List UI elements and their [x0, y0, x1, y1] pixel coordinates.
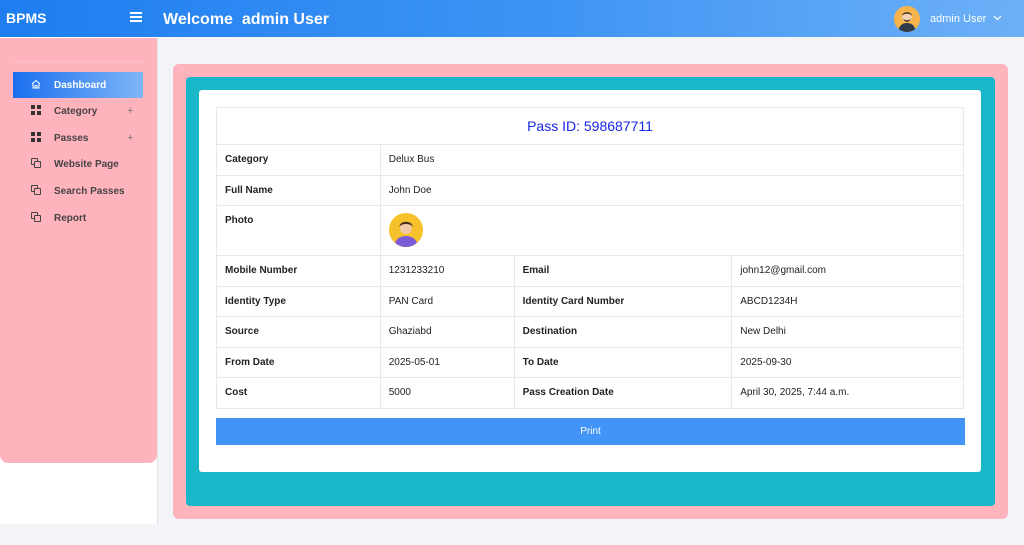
category-value: Delux Bus: [379, 144, 965, 176]
sidebar-item-label: Report: [54, 213, 87, 224]
profile-photo: [388, 213, 423, 247]
user-avatar[interactable]: [894, 6, 920, 32]
sidebar-item-label: Category: [54, 106, 98, 117]
home-icon: [31, 79, 41, 89]
to-date-value: 2025-09-30: [731, 346, 964, 378]
source-value: Ghaziabd: [379, 316, 515, 348]
mobile-label: Mobile Number: [216, 255, 381, 287]
fullname-label: Full Name: [216, 174, 381, 206]
page-title: Welcome admin User: [163, 11, 329, 28]
creation-date-label: Pass Creation Date: [513, 377, 733, 409]
brand-logo[interactable]: BPMS: [6, 10, 46, 26]
hamburger-icon[interactable]: [130, 12, 142, 22]
fullname-value: John Doe: [379, 174, 965, 206]
grid-icon: [31, 132, 41, 142]
table-row: Identity Type PAN Card Identity Card Num…: [216, 285, 964, 317]
sidebar-item-label: Dashboard: [54, 80, 107, 91]
copy-icon: [31, 212, 41, 222]
sidebar-item-website-page[interactable]: Website Page: [13, 151, 143, 177]
table-row: Mobile Number 1231233210 Email john12@gm…: [216, 255, 964, 287]
sidebar-item-report[interactable]: Report: [13, 205, 143, 231]
sidebar-item-dashboard[interactable]: Dashboard: [13, 72, 143, 98]
email-label: Email: [513, 255, 733, 287]
table-row: Photo: [216, 205, 965, 256]
chevron-down-icon[interactable]: [993, 13, 1002, 24]
identity-type-label: Identity Type: [216, 285, 381, 317]
destination-value: New Delhi: [731, 316, 964, 348]
identity-type-value: PAN Card: [379, 285, 515, 317]
mobile-value: 1231233210: [379, 255, 515, 287]
cost-label: Cost: [216, 377, 381, 409]
from-date-value: 2025-05-01: [379, 346, 515, 378]
sidebar-item-search-passes[interactable]: Search Passes: [13, 178, 143, 204]
sidebar-item-category[interactable]: Category +: [13, 98, 143, 124]
sidebar-item-label: Search Passes: [54, 186, 125, 197]
identity-number-label: Identity Card Number: [513, 285, 733, 317]
sidebar-item-passes[interactable]: Passes +: [13, 125, 143, 151]
photo-label: Photo: [216, 205, 381, 256]
pass-details-card: Pass ID: 598687711 Category Delux Bus Fu…: [199, 90, 981, 472]
table-row: Source Ghaziabd Destination New Delhi: [216, 316, 964, 348]
source-label: Source: [216, 316, 381, 348]
table-row: Category Delux Bus: [216, 144, 965, 176]
top-bar: BPMS Welcome admin User admin User: [0, 0, 1024, 37]
table-row: Full Name John Doe: [216, 174, 965, 206]
sidebar: Dashboard Category + Passes + Website Pa…: [0, 38, 157, 463]
identity-number-value: ABCD1234H: [731, 285, 964, 317]
expand-icon[interactable]: +: [127, 105, 133, 117]
print-button[interactable]: Print: [216, 418, 965, 445]
to-date-label: To Date: [513, 346, 733, 378]
sidebar-item-label: Passes: [54, 133, 89, 144]
cost-value: 5000: [379, 377, 515, 409]
from-date-label: From Date: [216, 346, 381, 378]
photo-cell: [379, 205, 965, 256]
expand-icon[interactable]: +: [127, 132, 133, 144]
copy-icon: [31, 185, 41, 195]
copy-icon: [31, 158, 41, 168]
table-row: Cost 5000 Pass Creation Date April 30, 2…: [216, 377, 964, 409]
pass-id-title: Pass ID: 598687711: [216, 107, 964, 145]
grid-icon: [31, 105, 41, 115]
creation-date-value: April 30, 2025, 7:44 a.m.: [731, 377, 964, 409]
sidebar-item-label: Website Page: [54, 159, 119, 170]
table-row: Pass ID: 598687711: [216, 107, 964, 145]
category-label: Category: [216, 144, 381, 176]
sidebar-divider: [13, 61, 144, 62]
table-row: From Date 2025-05-01 To Date 2025-09-30: [216, 346, 964, 378]
user-name[interactable]: admin User: [930, 13, 986, 25]
destination-label: Destination: [513, 316, 733, 348]
pass-details-table: Pass ID: 598687711 Category Delux Bus Fu…: [216, 107, 965, 409]
email-value: john12@gmail.com: [731, 255, 964, 287]
